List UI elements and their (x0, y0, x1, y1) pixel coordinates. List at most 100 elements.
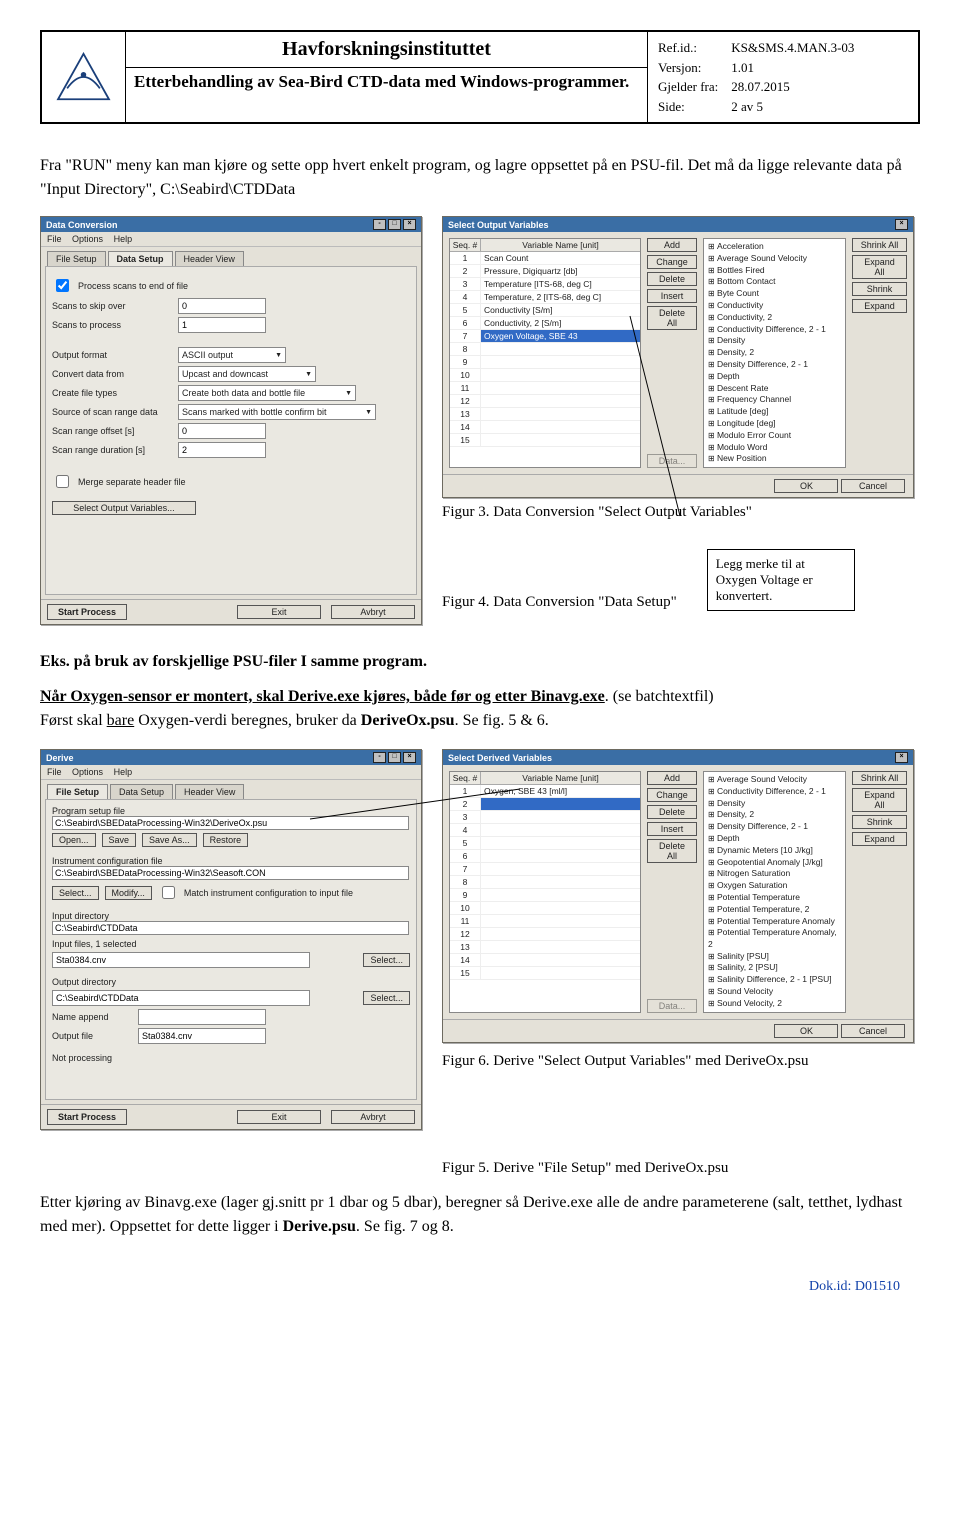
output-format-select[interactable]: ASCII output▼ (178, 347, 286, 363)
tree-item[interactable]: Conductivity Difference, 2 - 1 (708, 786, 841, 798)
tree-item[interactable]: Density (708, 335, 841, 347)
create-file-types-select[interactable]: Create both data and bottle file▼ (178, 385, 356, 401)
table-row[interactable]: 6Conductivity, 2 [S/m] (450, 317, 640, 330)
tree-item[interactable]: Depth (708, 371, 841, 383)
table-row[interactable]: 2Pressure, Digiquartz [db] (450, 265, 640, 278)
variable-tree[interactable]: Average Sound VelocityConductivity Diffe… (703, 771, 846, 1013)
table-row[interactable]: 5Conductivity [S/m] (450, 304, 640, 317)
merge-header-checkbox[interactable] (56, 475, 69, 488)
tree-item[interactable]: Conductivity (708, 300, 841, 312)
menu-file[interactable]: File (47, 234, 62, 244)
table-row[interactable]: 11 (450, 382, 640, 395)
table-row[interactable]: 2 (450, 798, 640, 811)
tree-item[interactable]: Potential Temperature Anomaly, 2 (708, 927, 841, 950)
tab-data-setup[interactable]: Data Setup (110, 784, 173, 799)
tree-item[interactable]: Salinity, 2 [PSU] (708, 962, 841, 974)
menu-options[interactable]: Options (72, 767, 103, 777)
tree-item[interactable]: Bottom Contact (708, 276, 841, 288)
insert-button[interactable]: Insert (647, 822, 697, 836)
input-files-input[interactable] (52, 952, 310, 968)
tree-item[interactable]: Density (708, 798, 841, 810)
tree-item[interactable]: Salinity Difference, 2 - 1 [PSU] (708, 974, 841, 986)
tree-item[interactable]: Frequency Channel (708, 394, 841, 406)
minimize-icon[interactable]: - (373, 219, 386, 230)
program-setup-input[interactable] (52, 816, 409, 830)
tree-item[interactable]: New Position (708, 453, 841, 465)
tree-item[interactable]: Latitude [deg] (708, 406, 841, 418)
save-button[interactable]: Save (102, 833, 137, 847)
expand-all-button[interactable]: Expand All (852, 255, 907, 279)
table-row[interactable]: 4Temperature, 2 [ITS-68, deg C] (450, 291, 640, 304)
tree-item[interactable]: Modulo Word (708, 442, 841, 454)
select-output-button[interactable]: Select... (363, 991, 410, 1005)
tree-item[interactable]: Depth (708, 833, 841, 845)
add-button[interactable]: Add (647, 238, 697, 252)
close-icon[interactable]: × (895, 219, 908, 230)
convert-from-select[interactable]: Upcast and downcast▼ (178, 366, 316, 382)
insert-button[interactable]: Insert (647, 289, 697, 303)
shrink-button[interactable]: Shrink (852, 815, 907, 829)
table-row[interactable]: 13 (450, 941, 640, 954)
tree-item[interactable]: Salinity [PSU] (708, 951, 841, 963)
change-button[interactable]: Change (647, 788, 697, 802)
process-scans-checkbox[interactable] (56, 279, 69, 292)
tree-item[interactable]: Potential Temperature, 2 (708, 904, 841, 916)
exit-button[interactable]: Exit (237, 605, 321, 619)
modify-button[interactable]: Modify... (105, 886, 152, 900)
cancel-button[interactable]: Avbryt (331, 605, 415, 619)
tree-item[interactable]: Longitude [deg] (708, 418, 841, 430)
table-row[interactable]: 8 (450, 876, 640, 889)
menu-help[interactable]: Help (114, 767, 133, 777)
table-row[interactable]: 6 (450, 850, 640, 863)
table-row[interactable]: 9 (450, 889, 640, 902)
close-icon[interactable]: × (403, 752, 416, 763)
tree-item[interactable]: Potential Temperature Anomaly (708, 916, 841, 928)
output-dir-input[interactable] (52, 990, 310, 1006)
table-row[interactable]: 10 (450, 902, 640, 915)
table-row[interactable]: 8 (450, 343, 640, 356)
delete-all-button[interactable]: Delete All (647, 306, 697, 330)
instrument-config-input[interactable] (52, 866, 409, 880)
start-process-button[interactable]: Start Process (47, 604, 127, 620)
cancel-button[interactable]: Cancel (841, 479, 905, 493)
delete-button[interactable]: Delete (647, 805, 697, 819)
start-process-button[interactable]: Start Process (47, 1109, 127, 1125)
restore-button[interactable]: Restore (203, 833, 249, 847)
output-file-input[interactable] (138, 1028, 266, 1044)
tree-item[interactable]: Conductivity, 2 (708, 312, 841, 324)
offset-input[interactable] (178, 423, 266, 439)
change-button[interactable]: Change (647, 255, 697, 269)
tree-item[interactable]: Average Sound Velocity (708, 774, 841, 786)
expand-button[interactable]: Expand (852, 832, 907, 846)
table-row[interactable]: 14 (450, 954, 640, 967)
table-row[interactable]: 5 (450, 837, 640, 850)
tree-item[interactable]: Nitrogen Saturation (708, 868, 841, 880)
tree-item[interactable]: Sound Velocity (708, 986, 841, 998)
select-input-button[interactable]: Select... (363, 953, 410, 967)
tree-item[interactable]: Bottles Fired (708, 265, 841, 277)
select-button[interactable]: Select... (52, 886, 99, 900)
cancel-button[interactable]: Cancel (841, 1024, 905, 1038)
menu-file[interactable]: File (47, 767, 62, 777)
table-row[interactable]: 11 (450, 915, 640, 928)
open-button[interactable]: Open... (52, 833, 96, 847)
tree-item[interactable]: Modulo Error Count (708, 430, 841, 442)
tree-item[interactable]: Density Difference, 2 - 1 (708, 821, 841, 833)
add-button[interactable]: Add (647, 771, 697, 785)
tree-item[interactable]: Density Difference, 2 - 1 (708, 359, 841, 371)
tree-item[interactable]: Geopotential Anomaly [J/kg] (708, 857, 841, 869)
tree-item[interactable]: Potential Temperature (708, 892, 841, 904)
minimize-icon[interactable]: - (373, 752, 386, 763)
tree-item[interactable]: Sound Velocity, 2 (708, 998, 841, 1010)
scan-range-source-select[interactable]: Scans marked with bottle confirm bit▼ (178, 404, 376, 420)
tab-header-view[interactable]: Header View (175, 251, 244, 266)
skip-over-input[interactable] (178, 298, 266, 314)
table-row[interactable]: 15 (450, 967, 640, 980)
menu-options[interactable]: Options (72, 234, 103, 244)
table-row[interactable]: 9 (450, 356, 640, 369)
name-append-input[interactable] (138, 1009, 266, 1025)
table-row[interactable]: 13 (450, 408, 640, 421)
table-row[interactable]: 4 (450, 824, 640, 837)
tab-data-setup[interactable]: Data Setup (108, 251, 173, 266)
select-output-vars-button[interactable]: Select Output Variables... (52, 501, 196, 515)
